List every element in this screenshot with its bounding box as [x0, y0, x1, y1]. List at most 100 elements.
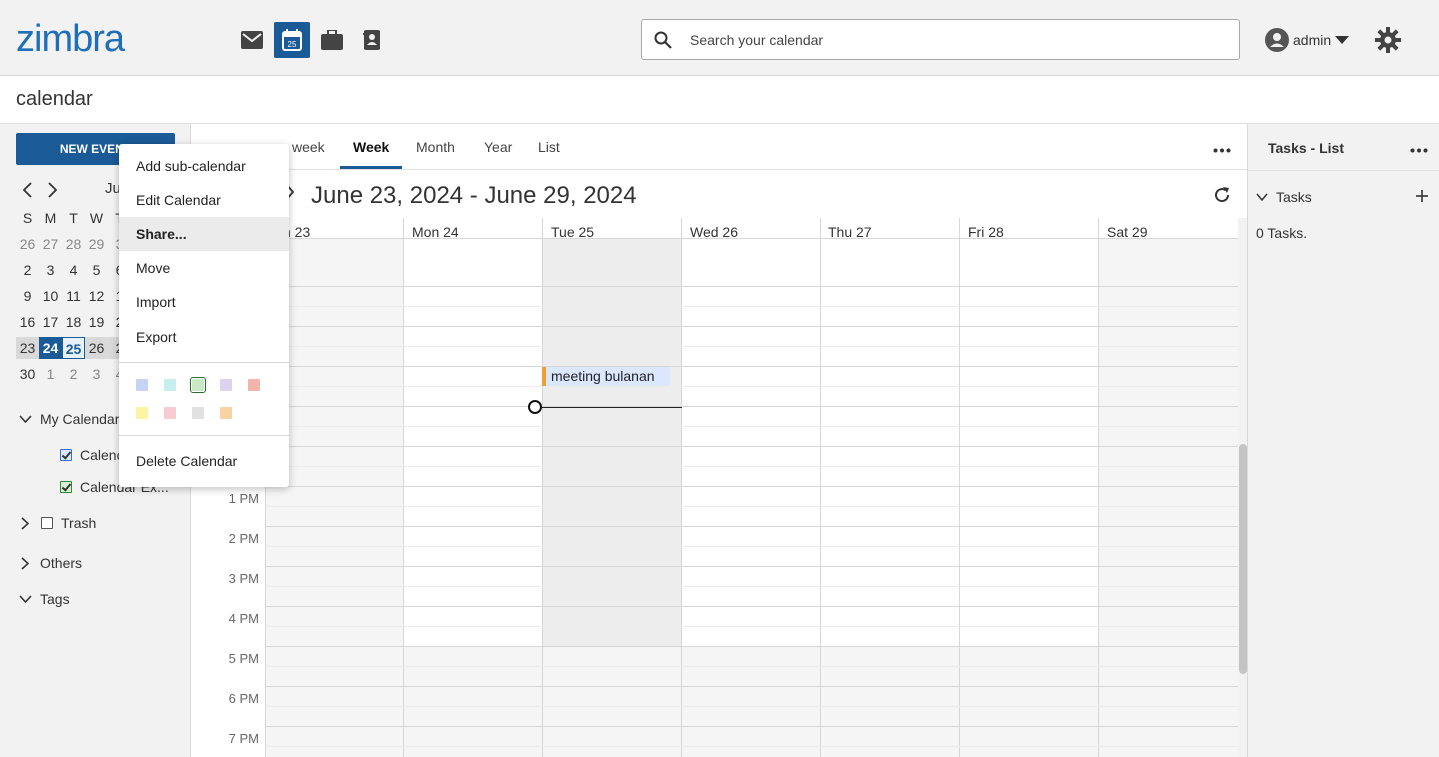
color-swatch[interactable]: [164, 407, 176, 419]
mini-day[interactable]: 10: [39, 285, 62, 307]
calendar-event[interactable]: meeting bulanan: [542, 367, 670, 386]
calendar-icon: 25: [282, 29, 302, 51]
search-box[interactable]: [641, 19, 1240, 60]
chevron-right-icon: [21, 516, 29, 530]
menu-item-delete-calendar[interactable]: Delete Calendar: [119, 444, 289, 478]
tags-folder[interactable]: Tags: [19, 591, 70, 607]
grid-line: [265, 666, 1238, 667]
mini-day[interactable]: 3: [85, 363, 108, 385]
color-swatch[interactable]: [136, 407, 148, 419]
refresh-icon[interactable]: [1212, 185, 1232, 205]
mini-day[interactable]: 23: [16, 337, 39, 359]
mini-day[interactable]: 27: [39, 233, 62, 255]
mini-day[interactable]: 12: [85, 285, 108, 307]
mini-day[interactable]: 17: [39, 311, 62, 333]
hour-label: 7 PM: [228, 731, 259, 746]
calendar-context-menu: Add sub-calendar Edit Calendar Share... …: [119, 144, 289, 487]
trash-label: Trash: [61, 515, 97, 531]
others-folder[interactable]: Others: [21, 555, 82, 571]
menu-item-add-sub-calendar[interactable]: Add sub-calendar: [119, 149, 289, 183]
mini-day-selected[interactable]: 25: [62, 337, 85, 359]
tasks-folder-label: Tasks: [1276, 189, 1312, 205]
grid-scrollbar-thumb[interactable]: [1239, 444, 1247, 674]
color-swatch[interactable]: [248, 379, 260, 391]
chevron-right-icon[interactable]: [46, 182, 58, 198]
mini-calendar: S M T W T 26 27 28 29 3 2 3 4 5 6 9 10 1…: [16, 205, 131, 387]
grid-line: [265, 746, 1238, 747]
others-label: Others: [40, 555, 83, 571]
more-options-icon[interactable]: [1213, 148, 1231, 153]
menu-item-move[interactable]: Move: [119, 251, 289, 285]
grid-line: [265, 706, 1238, 707]
mini-day[interactable]: 30: [16, 363, 39, 385]
my-calendars-folder[interactable]: My Calendar: [19, 411, 119, 427]
calendar-app-button[interactable]: 25: [274, 22, 310, 58]
grid-line: [265, 366, 1238, 367]
view-tabs: week Week Month Year List: [192, 124, 1247, 170]
trash-checkbox[interactable]: [41, 517, 53, 529]
mini-calendar-week: 30 1 2 3 4: [16, 361, 131, 387]
divider: [119, 362, 289, 363]
settings-gear-icon[interactable]: [1375, 27, 1401, 53]
mail-app-button[interactable]: [234, 22, 270, 58]
zimbra-logo[interactable]: zimbra: [16, 18, 125, 61]
briefcase-app-button[interactable]: [314, 22, 350, 58]
mini-day[interactable]: 11: [62, 285, 85, 307]
calendar-main: week Week Month Year List June 23, 2024 …: [192, 124, 1247, 757]
grid-line: [265, 286, 1238, 287]
tab-week[interactable]: Week: [353, 139, 389, 155]
mini-day[interactable]: 16: [16, 311, 39, 333]
mini-calendar-week: 2 3 4 5 6: [16, 257, 131, 283]
user-menu[interactable]: admin: [1265, 28, 1350, 52]
mini-day[interactable]: 9: [16, 285, 39, 307]
menu-item-edit-calendar[interactable]: Edit Calendar: [119, 183, 289, 217]
my-calendars-label: My Calendar: [40, 411, 120, 427]
mini-day[interactable]: 1: [39, 363, 62, 385]
date-range-title: June 23, 2024 - June 29, 2024: [311, 182, 637, 209]
mini-day[interactable]: 4: [62, 259, 85, 281]
grid-line: [265, 566, 1238, 567]
more-options-icon[interactable]: [1410, 148, 1428, 153]
add-task-icon[interactable]: [1416, 190, 1428, 202]
mini-calendar-weekdays: S M T W T: [16, 205, 131, 231]
menu-item-import[interactable]: Import: [119, 285, 289, 319]
calendar-checkbox[interactable]: [60, 481, 72, 493]
tasks-folder[interactable]: Tasks: [1256, 189, 1312, 205]
grid-line: [265, 238, 1238, 239]
mini-day[interactable]: 3: [39, 259, 62, 281]
color-swatch[interactable]: [164, 379, 176, 391]
calendar-item[interactable]: Calenc: [60, 447, 124, 463]
calendar-checkbox[interactable]: [60, 449, 72, 461]
menu-item-export[interactable]: Export: [119, 320, 289, 354]
mini-day[interactable]: 26: [16, 233, 39, 255]
trash-folder[interactable]: Trash: [21, 515, 96, 531]
color-swatch[interactable]: [136, 379, 148, 391]
tab-month[interactable]: Month: [416, 139, 455, 155]
color-swatch[interactable]: [220, 407, 232, 419]
color-swatch[interactable]: [190, 377, 206, 393]
mini-day[interactable]: 18: [62, 311, 85, 333]
mini-day[interactable]: 29: [85, 233, 108, 255]
divider: [119, 435, 289, 436]
menu-item-share[interactable]: Share...: [119, 217, 289, 251]
mini-day[interactable]: 19: [85, 311, 108, 333]
color-swatch[interactable]: [192, 407, 204, 419]
chevron-left-icon[interactable]: [22, 182, 34, 198]
contacts-app-button[interactable]: [354, 22, 390, 58]
tab-work-week[interactable]: week: [292, 139, 325, 155]
mini-day-today[interactable]: 24: [39, 337, 62, 359]
tab-list[interactable]: List: [538, 139, 560, 155]
mini-day[interactable]: 2: [62, 363, 85, 385]
mini-day[interactable]: 5: [85, 259, 108, 281]
grid-line: [959, 218, 960, 757]
mini-day[interactable]: 2: [16, 259, 39, 281]
grid-line: [265, 486, 1238, 487]
search-input[interactable]: [690, 20, 1230, 59]
grid-line: [265, 526, 1238, 527]
color-swatch[interactable]: [220, 379, 232, 391]
mini-day[interactable]: 26: [85, 337, 108, 359]
tab-year[interactable]: Year: [484, 139, 512, 155]
weekday-label: W: [89, 210, 104, 226]
mini-day[interactable]: 28: [62, 233, 85, 255]
grid-line: [681, 218, 682, 757]
